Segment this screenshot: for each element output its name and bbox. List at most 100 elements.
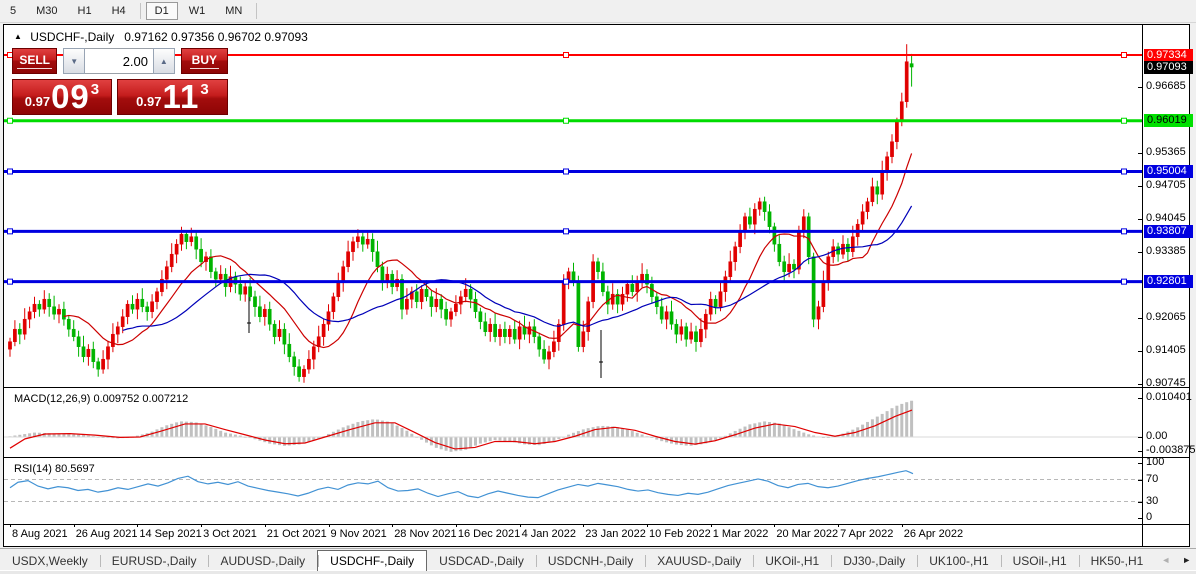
price-axis-label: 0.93385 bbox=[1146, 245, 1186, 257]
date-tick bbox=[137, 524, 138, 527]
date-tick bbox=[10, 524, 11, 527]
price-axis-label: 0.91405 bbox=[1146, 344, 1186, 356]
macd-axis-label: -0.003875 bbox=[1146, 444, 1196, 456]
price-level-label: 0.97093 bbox=[1144, 61, 1193, 74]
timeframe-button-mn[interactable]: MN bbox=[216, 2, 251, 20]
date-tick bbox=[74, 524, 75, 527]
chart-tab-uk100-h1[interactable]: UK100-,H1 bbox=[917, 551, 1000, 571]
macd-rsi-splitter[interactable] bbox=[3, 457, 1190, 458]
date-tick bbox=[711, 524, 712, 527]
spin-down-icon: ▼ bbox=[70, 57, 78, 66]
price-tick bbox=[1138, 153, 1142, 154]
rsi-bottom-border bbox=[3, 524, 1190, 525]
chart-tab-hk50-h1[interactable]: HK50-,H1 bbox=[1079, 551, 1156, 571]
macd-axis-label: 0.00 bbox=[1146, 430, 1167, 442]
price-tick bbox=[1138, 318, 1142, 319]
timeframe-button-h4[interactable]: H4 bbox=[103, 2, 135, 20]
timeframe-button-h1[interactable]: H1 bbox=[69, 2, 101, 20]
date-axis-label: 1 Mar 2022 bbox=[713, 528, 769, 540]
sell-button[interactable]: SELL bbox=[12, 48, 57, 74]
date-tick bbox=[201, 524, 202, 527]
chart-tab-usdx-weekly[interactable]: USDX,Weekly bbox=[0, 551, 100, 571]
status-strip bbox=[0, 570, 1196, 574]
chart-tab-usdchf-daily[interactable]: USDCHF-,Daily bbox=[317, 550, 427, 571]
toolbar-separator bbox=[256, 3, 257, 19]
date-tick bbox=[774, 524, 775, 527]
chart-tab-usdcad-daily[interactable]: USDCAD-,Daily bbox=[427, 551, 536, 571]
date-tick bbox=[647, 524, 648, 527]
chart-tab-audusd-daily[interactable]: AUDUSD-,Daily bbox=[208, 551, 317, 571]
macd-tick bbox=[1138, 398, 1142, 399]
rsi-axis-label: 70 bbox=[1146, 473, 1158, 485]
spin-up-icon: ▲ bbox=[160, 57, 168, 66]
sell-price-small: 0.97 bbox=[25, 94, 50, 109]
rsi-axis-label: 0 bbox=[1146, 511, 1152, 523]
sell-price-box[interactable]: 0.97 09 3 bbox=[12, 79, 112, 115]
rsi-tick bbox=[1138, 518, 1142, 519]
price-tick bbox=[1138, 351, 1142, 352]
buy-price-box[interactable]: 0.97 11 3 bbox=[117, 79, 228, 115]
tab-scroll-left-icon[interactable]: ◄ bbox=[1155, 555, 1176, 565]
price-tick bbox=[1138, 87, 1142, 88]
macd-tick bbox=[1138, 451, 1142, 452]
price-tick bbox=[1138, 219, 1142, 220]
toolbar-separator bbox=[140, 3, 141, 19]
buy-button[interactable]: BUY bbox=[181, 48, 228, 74]
chart-tab-xauusd-daily[interactable]: XAUUSD-,Daily bbox=[645, 551, 753, 571]
date-axis-label: 28 Nov 2021 bbox=[394, 528, 456, 540]
date-tick bbox=[583, 524, 584, 527]
rsi-chart-canvas[interactable] bbox=[4, 460, 1142, 524]
main-macd-splitter[interactable] bbox=[3, 387, 1190, 388]
date-axis-label: 9 Nov 2021 bbox=[331, 528, 387, 540]
price-axis-label: 0.94045 bbox=[1146, 212, 1186, 224]
chart-tab-eurusd-daily[interactable]: EURUSD-,Daily bbox=[100, 551, 209, 571]
price-level-label: 0.96019 bbox=[1144, 114, 1193, 127]
collapse-window-icon[interactable]: ▲ bbox=[14, 32, 22, 41]
price-tick bbox=[1138, 252, 1142, 253]
date-tick bbox=[456, 524, 457, 527]
buy-price-small: 0.97 bbox=[136, 94, 161, 109]
date-axis-label: 26 Apr 2022 bbox=[904, 528, 963, 540]
date-tick bbox=[520, 524, 521, 527]
date-axis-label: 4 Jan 2022 bbox=[522, 528, 576, 540]
sell-price-big: 09 bbox=[51, 82, 90, 112]
price-tick bbox=[1138, 186, 1142, 187]
volume-increase-button[interactable]: ▲ bbox=[153, 48, 175, 74]
timeframe-button-w1[interactable]: W1 bbox=[180, 2, 215, 20]
volume-decrease-button[interactable]: ▼ bbox=[63, 48, 85, 74]
date-tick bbox=[265, 524, 266, 527]
price-axis-label: 0.95365 bbox=[1146, 146, 1186, 158]
date-axis-label: 3 Oct 2021 bbox=[203, 528, 257, 540]
price-axis-label: 0.96685 bbox=[1146, 80, 1186, 92]
price-axis-separator bbox=[1142, 25, 1143, 546]
rsi-tick bbox=[1138, 480, 1142, 481]
chart-symbol-period: USDCHF-,Daily bbox=[30, 30, 114, 44]
chart-tab-usdcnh-daily[interactable]: USDCNH-,Daily bbox=[536, 551, 645, 571]
timeframe-button-d1[interactable]: D1 bbox=[146, 2, 178, 20]
date-tick bbox=[838, 524, 839, 527]
price-tick bbox=[1138, 384, 1142, 385]
rsi-tick bbox=[1138, 502, 1142, 503]
price-level-label: 0.95004 bbox=[1144, 165, 1193, 178]
date-tick bbox=[392, 524, 393, 527]
rsi-tick bbox=[1138, 463, 1142, 464]
rsi-indicator-label: RSI(14) 80.5697 bbox=[14, 463, 95, 475]
chart-tab-dj30-daily[interactable]: DJ30-,Daily bbox=[831, 551, 917, 571]
date-axis-label: 7 Apr 2022 bbox=[840, 528, 893, 540]
price-level-label: 0.92801 bbox=[1144, 275, 1193, 288]
date-tick bbox=[902, 524, 903, 527]
timeframe-button-5[interactable]: 5 bbox=[1, 2, 25, 20]
date-axis-label: 21 Oct 2021 bbox=[267, 528, 327, 540]
date-axis-label: 20 Mar 2022 bbox=[776, 528, 838, 540]
tab-scroll-right-icon[interactable]: ► bbox=[1176, 555, 1196, 565]
trading-platform-window: 5M30H1H4D1W1MN ▲ USDCHF-,Daily 0.97162 0… bbox=[0, 0, 1196, 574]
date-axis-label: 14 Sep 2021 bbox=[139, 528, 201, 540]
date-axis-label: 26 Aug 2021 bbox=[76, 528, 138, 540]
price-level-label: 0.97334 bbox=[1144, 49, 1193, 62]
volume-input[interactable] bbox=[85, 48, 153, 74]
chart-tab-bar: USDX,WeeklyEURUSD-,DailyAUDUSD-,DailyUSD… bbox=[0, 548, 1196, 571]
chart-tab-ukoil-h1[interactable]: UKOil-,H1 bbox=[753, 551, 831, 571]
timeframe-button-m30[interactable]: M30 bbox=[27, 2, 66, 20]
buy-price-sup: 3 bbox=[200, 81, 208, 98]
chart-tab-usoil-h1[interactable]: USOil-,H1 bbox=[1001, 551, 1079, 571]
